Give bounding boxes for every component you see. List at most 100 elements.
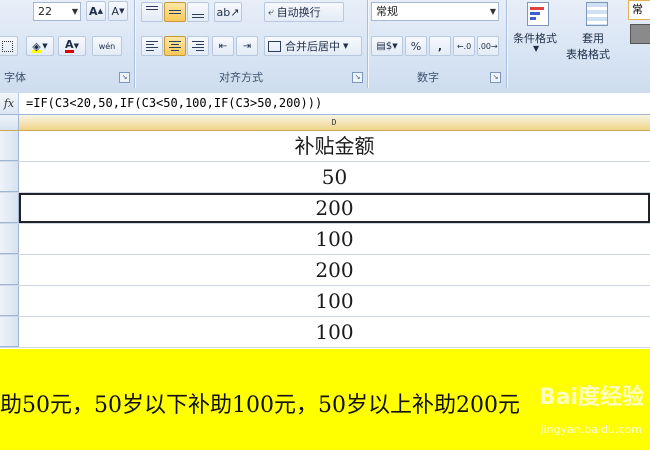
align-bottom-icon <box>192 6 204 18</box>
number-dialog-launcher-icon[interactable]: ↘ <box>490 72 501 83</box>
align-middle-button[interactable] <box>164 2 186 22</box>
conditional-format-button[interactable]: 条件格式 ▼ <box>510 2 564 64</box>
row-header[interactable] <box>0 286 18 316</box>
accounting-format-button[interactable]: ▤$ ▼ <box>371 36 403 56</box>
font-size-select[interactable]: 22 ▼ <box>33 2 81 21</box>
row-header[interactable] <box>0 255 18 285</box>
align-bottom-button[interactable] <box>187 2 209 22</box>
divider <box>134 0 135 88</box>
table-cell[interactable]: 100 <box>19 317 650 347</box>
function-icon: fx <box>3 97 15 110</box>
number-format-select[interactable]: 常规 ▼ <box>371 2 499 21</box>
table-row: 100 <box>0 224 650 255</box>
decrease-decimal-icon: .00→ <box>478 41 498 51</box>
insert-function-button[interactable]: fx <box>0 93 19 114</box>
table-row: 100 <box>0 317 650 348</box>
font-color-button[interactable]: A ▼ <box>58 36 86 56</box>
format-table-icon <box>586 2 608 26</box>
table-header-cell[interactable]: 补贴金额 <box>19 131 650 161</box>
table-cell[interactable]: 100 <box>19 224 650 254</box>
percent-style-button[interactable]: % <box>405 36 427 56</box>
row-header[interactable] <box>0 224 18 254</box>
borders-button[interactable] <box>0 36 18 56</box>
watermark-url: jingyan.baidu.com <box>540 423 642 436</box>
row-header[interactable] <box>0 131 18 161</box>
currency-icon: ▤$ <box>376 40 393 52</box>
alignment-group-label: 对齐方式 <box>219 71 263 84</box>
wrap-text-icon: ⤶ <box>268 6 274 18</box>
increase-indent-icon: ⇥ <box>242 40 252 52</box>
align-center-icon <box>169 41 181 51</box>
fill-color-button[interactable]: ◈ ▼ <box>26 36 54 56</box>
align-left-icon <box>146 41 158 51</box>
table-row: 补贴金额 <box>0 131 650 162</box>
wrap-text-label: 自动换行 <box>276 6 321 19</box>
format-table-label-line1: 套用 <box>582 32 604 45</box>
conditional-format-icon <box>527 2 549 26</box>
divider <box>506 0 507 88</box>
chevron-down-icon: ▼ <box>71 7 78 16</box>
row-header[interactable] <box>0 193 18 223</box>
decrease-indent-icon: ⇤ <box>218 40 228 52</box>
merge-center-button[interactable]: 合并后居中 ▼ <box>264 36 362 56</box>
increase-indent-button[interactable]: ⇥ <box>236 36 258 56</box>
row-header[interactable] <box>0 162 18 192</box>
table-cell[interactable]: 50 <box>19 162 650 192</box>
caption-text: 补助50元，50岁以下补助100元，50岁以上补助200元 <box>0 393 520 418</box>
phonetic-icon: wén <box>98 41 116 51</box>
phonetic-button[interactable]: wén <box>92 36 122 56</box>
shrink-font-button[interactable]: A ▼ <box>108 1 128 21</box>
column-header-d[interactable]: D <box>18 115 650 130</box>
font-group-label: 字体 <box>4 71 26 84</box>
row-header[interactable] <box>0 317 18 347</box>
orientation-button[interactable]: ab↗ <box>214 2 242 22</box>
comma-style-button[interactable]: , <box>429 36 451 56</box>
table-row: 200 <box>0 255 650 286</box>
formula-bar: fx =IF(C3<20,50,IF(C3<50,100,IF(C3>50,20… <box>0 93 650 115</box>
font-color-icon: A <box>65 38 74 53</box>
alignment-dialog-launcher-icon[interactable]: ↘ <box>352 72 363 83</box>
ribbon: 22 ▼ A▲ A▼ ◈▼ A▼ wén 字体 ↘ ab↗ ⤶ 自动换行 <box>0 0 650 94</box>
divider <box>367 0 368 88</box>
cell-styles-item[interactable] <box>630 24 650 44</box>
align-top-icon <box>146 6 158 18</box>
increase-decimal-button[interactable]: ←.0 <box>453 36 475 56</box>
align-center-button[interactable] <box>164 36 186 56</box>
decrease-indent-button[interactable]: ⇤ <box>212 36 234 56</box>
number-format-value: 常规 <box>376 5 398 18</box>
formula-input[interactable]: =IF(C3<20,50,IF(C3<50,100,IF(C3>50,200))… <box>26 93 322 114</box>
align-top-button[interactable] <box>141 2 163 22</box>
chevron-down-icon: ▼ <box>533 44 540 53</box>
caption-banner: 补助50元，50岁以下补助100元，50岁以上补助200元 Bai度经验 jin… <box>0 349 650 450</box>
orientation-icon: ab↗ <box>216 5 240 19</box>
table-row: 100 <box>0 286 650 317</box>
wrap-text-button[interactable]: ⤶ 自动换行 <box>264 2 344 22</box>
active-cell[interactable]: 200 <box>19 193 650 223</box>
format-table-label-line2: 表格格式 <box>566 48 610 61</box>
table-row: 50 <box>0 162 650 193</box>
borders-icon <box>1 40 13 52</box>
decrease-decimal-button[interactable]: .00→ <box>477 36 499 56</box>
watermark-logo: Bai度经验 <box>538 385 644 410</box>
merge-center-label: 合并后居中 <box>285 40 340 53</box>
table-row: 200 <box>0 193 650 224</box>
paint-bucket-icon: ◈ <box>32 39 43 53</box>
merge-cells-icon <box>268 40 281 52</box>
align-right-icon <box>192 41 204 51</box>
number-group-label: 数字 <box>417 71 439 84</box>
table-cell[interactable]: 100 <box>19 286 650 316</box>
increase-decimal-icon: ←.0 <box>456 41 472 51</box>
select-all-corner[interactable] <box>0 115 19 130</box>
align-left-button[interactable] <box>141 36 163 56</box>
format-as-table-button[interactable]: 套用 表格格式 <box>566 2 626 64</box>
align-right-button[interactable] <box>187 36 209 56</box>
font-dialog-launcher-icon[interactable]: ↘ <box>119 72 130 83</box>
chevron-down-icon: ▼ <box>489 7 496 16</box>
cell-style-label: 常 <box>632 3 643 16</box>
cell-styles-gallery[interactable]: 常 <box>628 0 650 20</box>
comma-icon: , <box>437 39 443 53</box>
percent-icon: % <box>410 39 422 53</box>
table-cell[interactable]: 200 <box>19 255 650 285</box>
grow-font-button[interactable]: A ▲ <box>86 1 106 21</box>
align-middle-icon <box>169 6 181 18</box>
